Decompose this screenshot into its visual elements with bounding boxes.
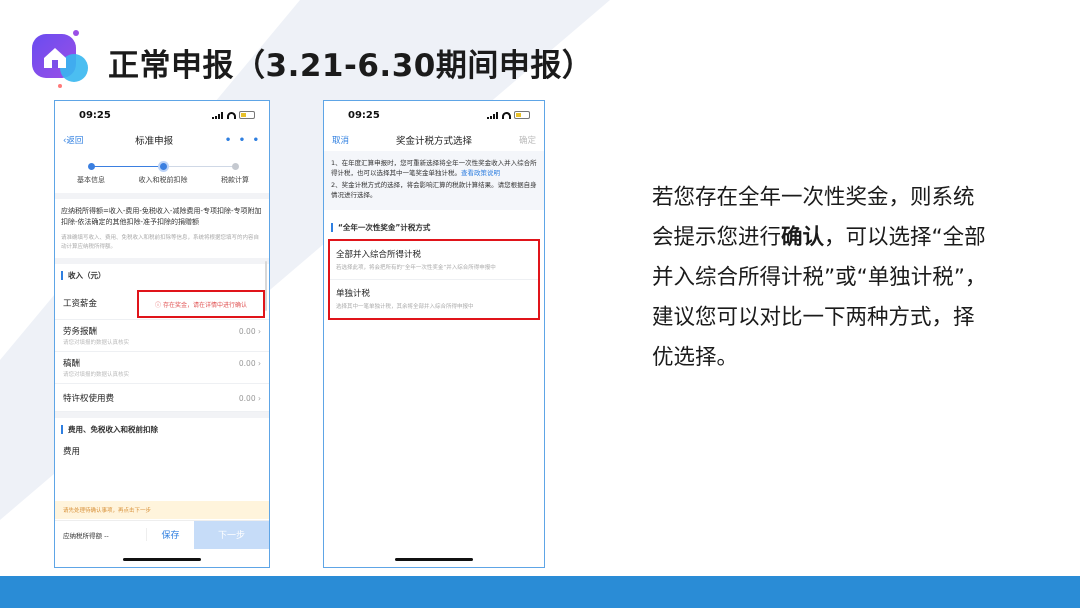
options-highlight: 全部并入综合所得计税 若选择此项，将会把所有的“全年一次性奖金”并入综合所得申报… [328,239,540,320]
policy-link[interactable]: 查看政策说明 [461,169,500,177]
option-title: 单独计税 [336,289,371,299]
signal-icon [212,111,224,119]
status-icons [212,111,255,119]
row-label: 工资薪金 [63,299,98,309]
step-label: 基本信息 [77,176,105,184]
home-indicator[interactable] [395,558,473,561]
row-amount: 0.00 [238,326,256,336]
battery-icon [239,111,255,119]
phone-screen-bonus-tax-method: 09:25 取消 奖金计税方式选择 确定 1、在年度汇算申报时，您可重新选择将全… [323,100,545,568]
section-title: 收入（元） [68,270,106,280]
row-label: 稿酬 [63,359,81,369]
wifi-icon [227,111,236,119]
formula-note: 请准确填写收入、费用、免税收入和税前扣除等信息，系统将根据您填写的内容自动计算应… [61,235,260,250]
section-marker [61,270,63,280]
section-marker [331,223,333,232]
option-separate-taxation[interactable]: 单独计税 选择其中一笔单独计税，其余将全部并入综合所得申报中 [330,280,538,318]
row-amount: 0.00 [238,358,256,368]
fee-row[interactable]: 费用 [55,440,269,462]
status-bar: 09:25 [55,101,269,129]
explanation-text: 若您存在全年一次性奖金，则系统会提示您进行确认，可以选择“全部并入综合所得计税”… [652,178,992,378]
row-label: 劳务报酬 [63,327,98,337]
save-button[interactable]: 保存 [146,528,194,541]
step-tax-calculation: 税款计算 [200,161,269,185]
step-dot-todo [231,163,239,170]
status-time: 09:25 [348,109,380,121]
nav-bar: 取消 奖金计税方式选择 确定 [324,129,544,151]
step-label: 收入和税前扣除 [138,176,188,184]
explanation-emphasis: 确认 [781,225,825,250]
alert-icon: ⓘ [155,301,163,309]
section-bonus-method: “全年一次性奖金”计税方式 [324,210,544,239]
wifi-icon [502,111,511,119]
row-label: 特许权使用费 [63,394,115,404]
info-text-2: 2、奖金计税方式的选择，将会影响汇算的税款计算结果。请您根据自身情况进行选择。 [331,181,537,199]
footer-bar [0,576,1080,608]
taxable-income-formula: 应纳税所得额=收入-费用-免税收入-减除费用-专项扣除-专项附加扣除-依法确定的… [61,207,262,226]
house-icon [32,30,88,88]
warning-strip: 请先处理待确认事项，再点击下一步 [55,501,269,519]
row-label: 费用 [63,447,81,457]
step-income-deduction: 收入和税前扣除 [128,161,198,185]
section-title: “全年一次性奖金”计税方式 [338,223,431,232]
home-indicator[interactable] [123,558,201,561]
phone-screen-standard-filing: 09:25 ‹返回 标准申报 • • • 基本信息 收入和税前扣除 税款计算 应… [54,100,270,568]
battery-icon [514,111,530,119]
row-value: 0.00 › [238,358,261,368]
step-dot-done [87,163,95,170]
signal-icon [487,111,499,119]
step-label: 税款计算 [221,176,249,184]
option-desc: 若选择此项，将会把所有的“全年一次性奖金”并入综合所得申报中 [336,265,496,271]
status-bar: 09:25 [324,101,544,129]
income-row-labor[interactable]: 劳务报酬 0.00 › 请您对填报的数据认真核实 [55,320,269,352]
slide-title: 正常申报（3.21-6.30期间申报） [108,48,594,84]
row-hint: 请您对填报的数据认真核实 [63,372,130,378]
row-value: 0.00 › [238,393,261,403]
step-dot-current [159,163,167,170]
confirm-button[interactable]: 确定 [519,134,536,146]
bottom-action-bar: 应纳税所得额 -- 保存 下一步 [55,520,269,549]
more-menu-button[interactable]: • • • [225,135,261,146]
status-icons [487,111,530,119]
row-value: 0.00 › [238,326,261,336]
section-income: 收入（元） [55,264,269,286]
alert-text: 存在奖金，请在详情中进行确认 [162,301,247,309]
nav-title: 奖金计税方式选择 [395,136,472,147]
row-hint: 请您对填报的数据认真核实 [63,340,130,346]
progress-stepper: 基本信息 收入和税前扣除 税款计算 [55,151,269,193]
status-time: 09:25 [79,109,111,121]
income-row-salary[interactable]: 工资薪金 ⓘ 存在奖金，请在详情中进行确认 [55,286,269,320]
step-basic-info: 基本信息 [56,161,126,185]
option-merge-into-comprehensive[interactable]: 全部并入综合所得计税 若选择此项，将会把所有的“全年一次性奖金”并入综合所得申报… [330,241,538,280]
info-text-1: 1、在年度汇算申报时，您可重新选择将全年一次性奖金收入并入综合所得计税，也可以选… [331,159,537,177]
back-button[interactable]: ‹返回 [63,134,83,146]
section-marker [61,424,63,434]
nav-title: 标准申报 [135,136,174,147]
income-row-franchise[interactable]: 特许权使用费 0.00 › [55,384,269,412]
policy-info: 1、在年度汇算申报时，您可重新选择将全年一次性奖金收入并入综合所得计税，也可以选… [324,151,544,210]
section-deductions: 费用、免税收入和税前扣除 [55,418,269,440]
next-step-button[interactable]: 下一步 [194,520,269,549]
taxable-income-summary: 应纳税所得额 -- [63,531,109,540]
scrollbar[interactable] [265,261,267,311]
section-title: 费用、免税收入和税前扣除 [68,424,158,434]
income-row-royalty-manuscript[interactable]: 稿酬 0.00 › 请您对填报的数据认真核实 [55,352,269,384]
bonus-confirmation-alert[interactable]: ⓘ 存在奖金，请在详情中进行确认 [137,290,265,318]
option-desc: 选择其中一笔单独计税，其余将全部并入综合所得申报中 [336,304,474,310]
cancel-button[interactable]: 取消 [332,134,349,146]
row-amount: 0.00 [238,393,256,403]
option-title: 全部并入综合所得计税 [336,250,422,260]
nav-bar: ‹返回 标准申报 • • • [55,129,269,151]
back-label: 返回 [66,136,84,146]
